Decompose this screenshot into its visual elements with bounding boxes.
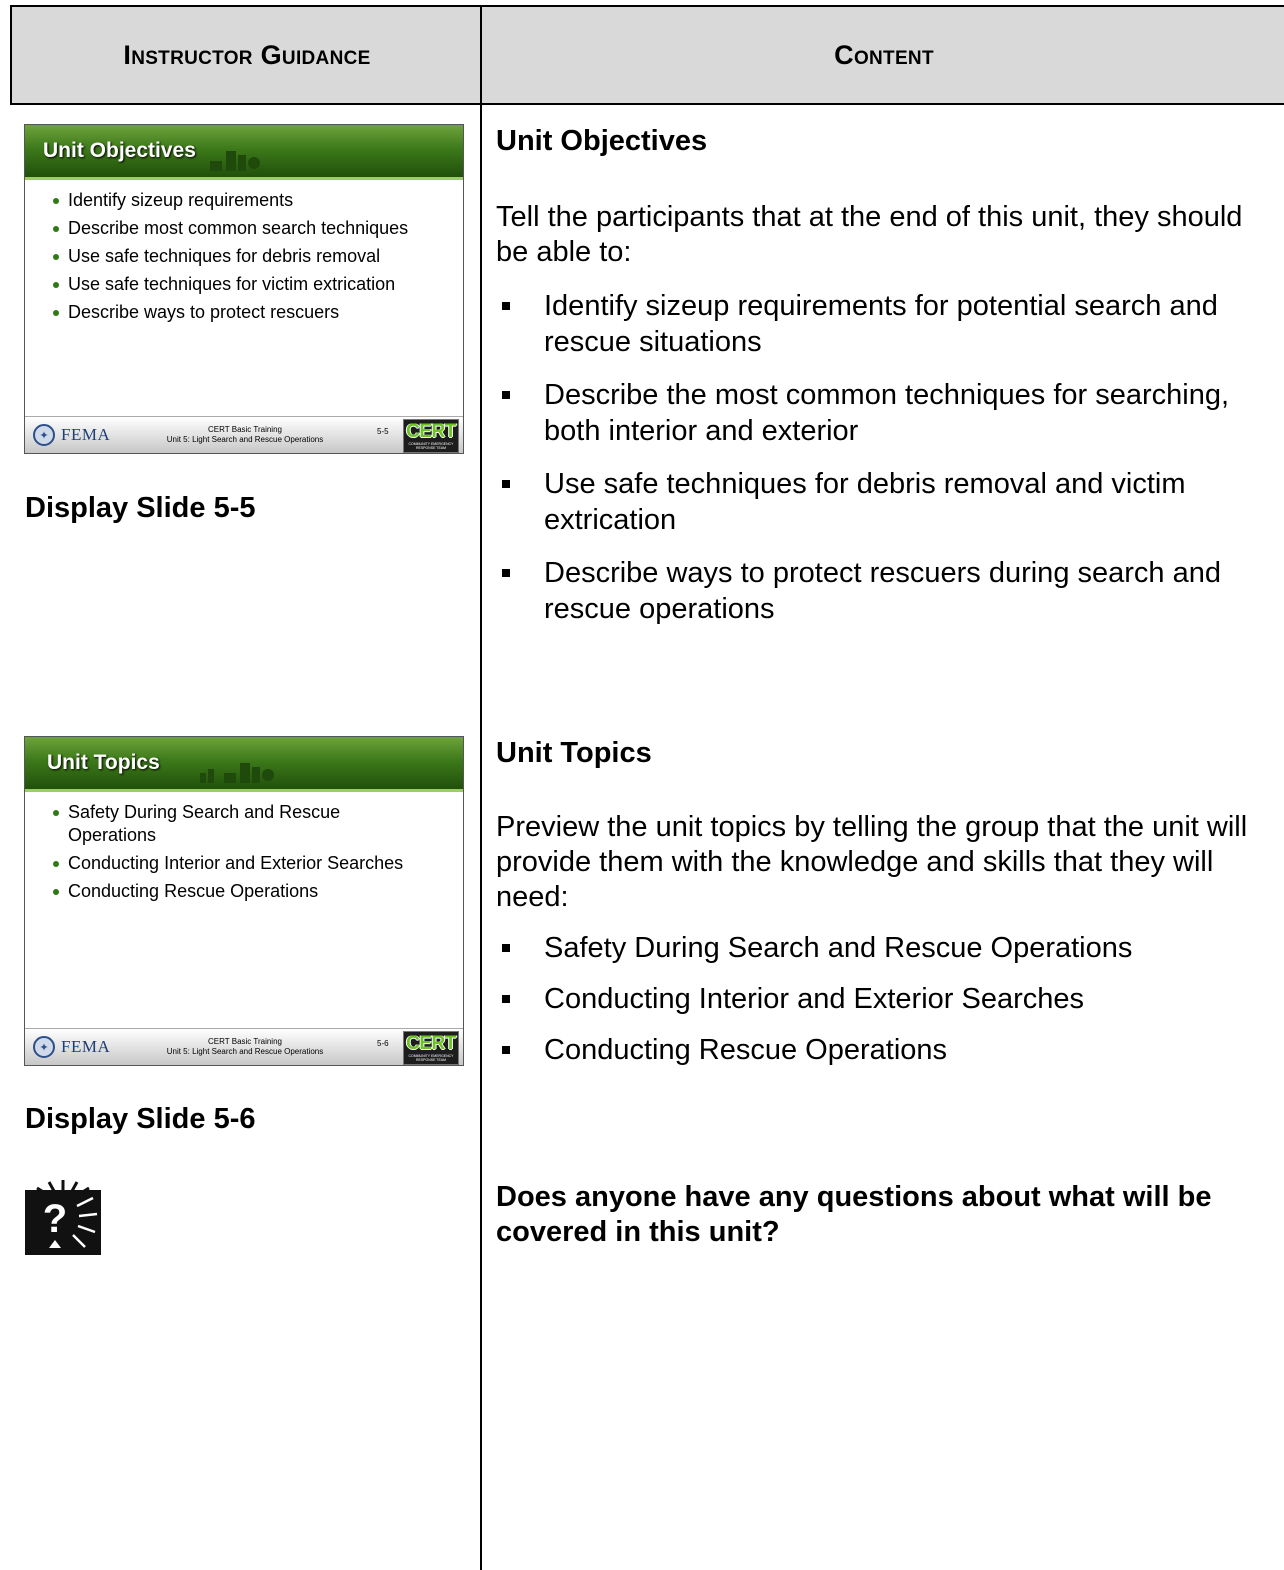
objectives-list: Identify sizeup requirements for potenti… — [496, 288, 1266, 627]
header-instructor-guidance: Instructor Guidance — [123, 39, 371, 70]
column-divider — [480, 5, 482, 1570]
list-item: Describe ways to protect rescuers during… — [496, 555, 1266, 627]
slide-number: 5-6 — [377, 1039, 389, 1048]
slide-bullet: Use safe techniques for victim extricati… — [53, 273, 458, 296]
topics-heading: Unit Topics — [496, 737, 652, 769]
slide-thumbnail-5-6: Unit Topics Safety During Search and Res… — [24, 736, 464, 1066]
slide-bullet: Conducting Interior and Exterior Searche… — [53, 852, 458, 875]
slide-title-bar: Unit Topics — [25, 737, 463, 792]
header-content: Content — [834, 39, 934, 70]
fema-logo: ✦ FEMA — [33, 1035, 110, 1059]
cert-logo: CERT COMMUNITY EMERGENCY RESPONSE TEAM — [403, 1031, 459, 1065]
slide-bullet-list: Safety During Search and Rescue Operatio… — [53, 801, 458, 908]
footer-course: CERT Basic Training — [208, 425, 282, 434]
slide-title: Unit Topics — [47, 751, 160, 774]
list-item: Conducting Interior and Exterior Searche… — [496, 981, 1266, 1017]
footer-unit: Unit 5: Light Search and Rescue Operatio… — [166, 1047, 324, 1056]
list-item: Safety During Search and Rescue Operatio… — [496, 930, 1266, 966]
slide-bullet-list: Identify sizeup requirements Describe mo… — [53, 189, 458, 329]
table-header-row: Instructor Guidance Content — [10, 5, 1284, 105]
question-prompt-icon: ? — [25, 1180, 101, 1255]
fema-logo: ✦ FEMA — [33, 423, 110, 447]
slide-bullet: Conducting Rescue Operations — [53, 880, 458, 903]
slide-footer-caption: CERT Basic Training Unit 5: Light Search… — [145, 1037, 345, 1057]
cert-wordmark: CERT — [406, 421, 456, 442]
slide-footer: ✦ FEMA CERT Basic Training Unit 5: Light… — [25, 416, 463, 453]
skyline-graphic — [210, 151, 260, 171]
cert-logo: CERT COMMUNITY EMERGENCY RESPONSE TEAM — [403, 419, 459, 453]
topics-list: Safety During Search and Rescue Operatio… — [496, 930, 1266, 1068]
slide-bullet: Safety During Search and Rescue Operatio… — [53, 801, 378, 847]
slide-title-bar: Unit Objectives — [25, 125, 463, 180]
fema-wordmark: FEMA — [61, 1037, 111, 1056]
skyline-graphic — [200, 763, 274, 783]
slide-bullet: Use safe techniques for debris removal — [53, 245, 458, 268]
list-item: Conducting Rescue Operations — [496, 1032, 1266, 1068]
display-slide-label: Display Slide 5-6 — [25, 1103, 256, 1135]
svg-text:?: ? — [43, 1197, 67, 1241]
footer-unit: Unit 5: Light Search and Rescue Operatio… — [166, 435, 324, 444]
guide-page: Instructor Guidance Content Unit Objecti… — [0, 0, 1284, 1570]
list-item: Describe the most common techniques for … — [496, 377, 1266, 449]
slide-thumbnail-5-5: Unit Objectives Identify sizeup requirem… — [24, 124, 464, 454]
slide-footer: ✦ FEMA CERT Basic Training Unit 5: Light… — [25, 1028, 463, 1065]
slide-number: 5-5 — [377, 427, 389, 436]
slide-footer-caption: CERT Basic Training Unit 5: Light Search… — [145, 425, 345, 445]
dhs-seal-icon: ✦ — [33, 424, 55, 446]
slide-bullet: Describe most common search techniques — [53, 217, 458, 240]
cert-subtitle: COMMUNITY EMERGENCY RESPONSE TEAM — [408, 442, 454, 450]
display-slide-label: Display Slide 5-5 — [25, 492, 256, 524]
objectives-intro: Tell the participants that at the end of… — [496, 201, 1243, 268]
list-item: Identify sizeup requirements for potenti… — [496, 288, 1266, 360]
cert-subtitle: COMMUNITY EMERGENCY RESPONSE TEAM — [408, 1054, 454, 1062]
dhs-seal-icon: ✦ — [33, 1036, 55, 1058]
cert-wordmark: CERT — [406, 1033, 456, 1054]
fema-wordmark: FEMA — [61, 425, 111, 444]
topics-intro: Preview the unit topics by telling the g… — [496, 811, 1248, 913]
slide-bullet: Describe ways to protect rescuers — [53, 301, 458, 324]
objectives-heading: Unit Objectives — [496, 125, 708, 157]
list-item: Use safe techniques for debris removal a… — [496, 466, 1266, 538]
footer-course: CERT Basic Training — [208, 1037, 282, 1046]
discussion-question: Does anyone have any questions about wha… — [496, 1181, 1212, 1248]
slide-bullet: Identify sizeup requirements — [53, 189, 458, 212]
slide-title: Unit Objectives — [43, 139, 196, 162]
